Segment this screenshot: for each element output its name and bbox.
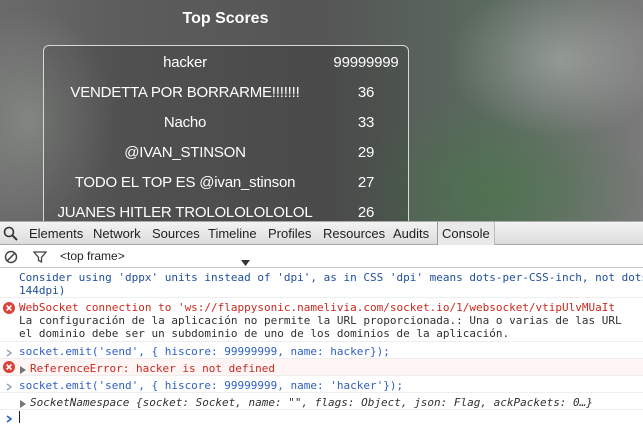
console-command: socket.emit('send', { hiscore: 99999999,…	[0, 342, 643, 359]
clear-console-icon[interactable]	[3, 249, 19, 265]
tab-profiles[interactable]: Profiles	[268, 222, 311, 245]
console-prompt[interactable]	[0, 408, 643, 426]
score-value: 36	[357, 84, 375, 101]
score-player-name: VENDETTA POR BORRARME!!!!!!!	[70, 84, 300, 101]
tab-sources[interactable]: Sources	[152, 222, 200, 245]
tab-resources[interactable]: Resources	[323, 222, 385, 245]
chevron-right-icon	[5, 413, 13, 423]
tab-network[interactable]: Network	[93, 222, 141, 245]
console-warning-message: Consider using 'dppx' units instead of '…	[0, 268, 643, 298]
console-error-message: ReferenceError: hacker is not defined	[0, 359, 643, 376]
devtools-toolbar: Elements Network Sources Timeline Profil…	[0, 221, 643, 245]
score-row: VENDETTA POR BORRARME!!!!!!! 36	[44, 78, 410, 108]
error-icon	[3, 361, 15, 373]
game-canvas: Top Scores hacker 99999999 VENDETTA POR …	[0, 0, 643, 221]
score-row: TODO EL TOP ES @ivan_stinson 27	[44, 168, 410, 198]
score-value: 26	[357, 204, 375, 221]
error-icon	[3, 302, 15, 314]
text-caret	[19, 411, 20, 423]
console-error-message: WebSocket connection to 'ws://flappysoni…	[0, 298, 643, 342]
tab-audits[interactable]: Audits	[393, 222, 429, 245]
chevron-right-icon	[5, 347, 13, 357]
filter-icon[interactable]	[32, 249, 48, 265]
frame-select[interactable]: <top frame>	[60, 246, 255, 267]
score-value: 27	[357, 174, 375, 191]
tab-timeline[interactable]: Timeline	[208, 222, 257, 245]
scores-title: Top Scores	[182, 10, 269, 27]
score-value: 29	[357, 144, 375, 161]
command-text: socket.emit('send', { hiscore: 99999999,…	[19, 379, 404, 392]
score-row: JUANES HITLER TROLOLOLOLOLOL 26	[44, 198, 410, 221]
search-icon[interactable]	[2, 225, 20, 243]
chevron-right-icon	[5, 381, 13, 391]
tab-elements[interactable]: Elements	[29, 222, 83, 245]
command-text: socket.emit('send', { hiscore: 99999999,…	[19, 345, 390, 358]
frame-select-label: <top frame>	[60, 249, 125, 263]
expand-triangle-icon[interactable]	[19, 398, 27, 408]
warning-text-continued: 144dpi)	[19, 284, 66, 297]
warning-text: Consider using 'dppx' units instead of '…	[19, 271, 643, 284]
expand-triangle-icon[interactable]	[19, 364, 27, 374]
console-output[interactable]: Consider using 'dppx' units instead of '…	[0, 268, 643, 434]
score-player-name: hacker	[163, 54, 207, 71]
error-detail-text-continued: el dominio debe ser un subdominio de uno…	[19, 327, 510, 340]
console-filter-bar: <top frame>	[0, 246, 643, 268]
tab-console[interactable]: Console	[437, 222, 495, 245]
score-player-name: TODO EL TOP ES @ivan_stinson	[74, 174, 296, 191]
error-detail-text: La configuración de la aplicación no per…	[19, 314, 622, 327]
score-player-name: Nacho	[163, 114, 207, 131]
score-player-name: JUANES HITLER TROLOLOLOLOLOL	[57, 204, 313, 221]
error-text: ReferenceError: hacker is not defined	[30, 362, 276, 375]
scores-table: hacker 99999999 VENDETTA POR BORRARME!!!…	[43, 45, 409, 221]
score-row: Nacho 33	[44, 108, 410, 138]
score-value: 33	[357, 114, 375, 131]
score-value: 99999999	[333, 54, 399, 71]
chevron-down-icon	[241, 253, 250, 266]
console-command: socket.emit('send', { hiscore: 99999999,…	[0, 376, 643, 393]
score-row: hacker 99999999	[44, 48, 410, 78]
score-row: @IVAN_STINSON 29	[44, 138, 410, 168]
score-player-name: @IVAN_STINSON	[124, 144, 246, 161]
error-text: WebSocket connection to 'ws://flappysoni…	[19, 301, 616, 314]
